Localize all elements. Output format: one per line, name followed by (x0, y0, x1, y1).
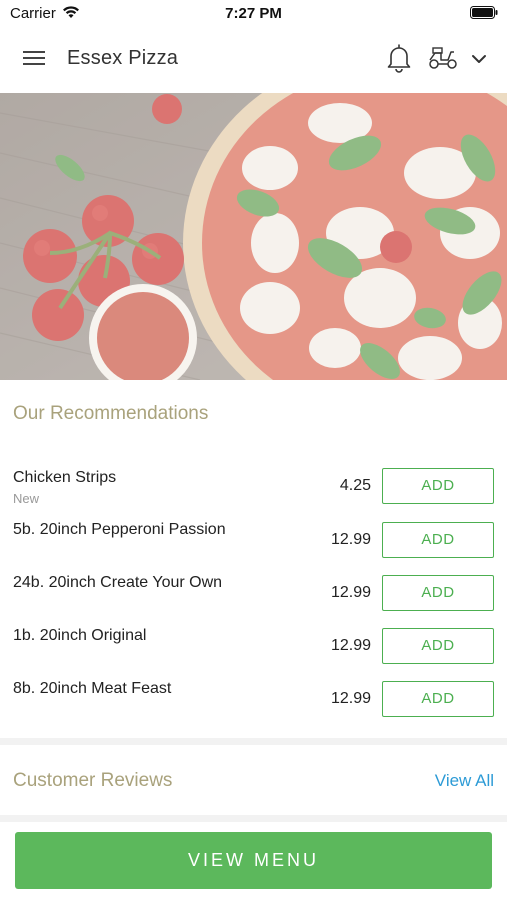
delivery-dropdown-button[interactable] (470, 50, 488, 68)
menu-button[interactable] (22, 46, 46, 70)
list-item: 8b. 20inch Meat Feast 12.99 ADD (0, 671, 507, 724)
add-button[interactable]: ADD (382, 628, 494, 664)
hero-banner (0, 93, 507, 380)
bell-icon (387, 44, 411, 73)
item-price: 4.25 (339, 477, 371, 494)
section-divider (0, 738, 507, 745)
notifications-button[interactable] (386, 43, 412, 73)
item-name: 8b. 20inch Meat Feast (13, 680, 172, 697)
pizza-hero-image (0, 93, 507, 380)
recommendations-title: Our Recommendations (13, 403, 209, 424)
add-button[interactable]: ADD (382, 575, 494, 611)
reviews-title: Customer Reviews (13, 770, 173, 791)
item-name: 1b. 20inch Original (13, 627, 147, 644)
page-title: Essex Pizza (67, 47, 179, 69)
list-item: Chicken Strips New 4.25 ADD (0, 458, 507, 511)
list-item: 5b. 20inch Pepperoni Passion 12.99 ADD (0, 512, 507, 565)
app-header: Essex Pizza (0, 26, 507, 92)
item-price: 12.99 (330, 637, 371, 654)
delivery-mode-button[interactable] (427, 46, 459, 70)
list-item: 1b. 20inch Original 12.99 ADD (0, 618, 507, 671)
item-price: 12.99 (330, 690, 371, 707)
status-time: 7:27 PM (225, 5, 282, 22)
section-divider (0, 815, 507, 822)
add-button[interactable]: ADD (382, 468, 494, 504)
status-bar: Carrier 7:27 PM (0, 0, 507, 26)
add-button[interactable]: ADD (382, 681, 494, 717)
list-item: 24b. 20inch Create Your Own 12.99 ADD (0, 565, 507, 618)
add-button[interactable]: ADD (382, 522, 494, 558)
menu-icon (23, 51, 45, 65)
view-menu-button[interactable]: VIEW MENU (15, 832, 492, 889)
item-name: Chicken Strips (13, 469, 117, 486)
item-tag: New (13, 491, 40, 506)
item-price: 12.99 (330, 584, 371, 601)
chevron-down-icon (472, 55, 486, 63)
battery-icon (470, 6, 498, 24)
scooter-icon (429, 47, 457, 69)
view-all-reviews-link[interactable]: View All (435, 771, 494, 791)
item-name: 24b. 20inch Create Your Own (13, 574, 223, 591)
item-name: 5b. 20inch Pepperoni Passion (13, 521, 226, 538)
item-price: 12.99 (330, 531, 371, 548)
